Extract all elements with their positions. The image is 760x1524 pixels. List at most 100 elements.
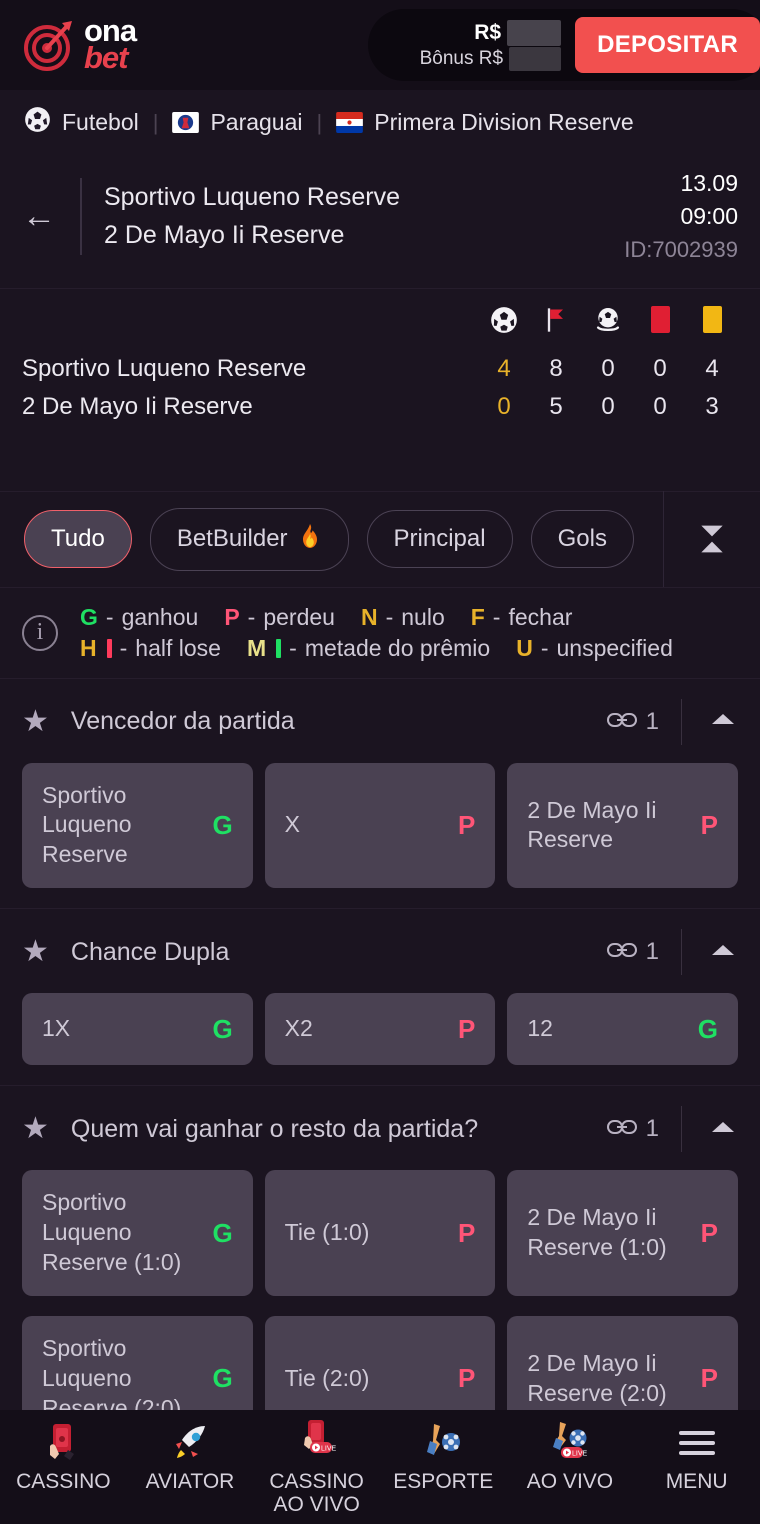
nav-item-menu[interactable]: MENU	[634, 1418, 759, 1493]
outcome-result-mark: P	[700, 1363, 719, 1394]
legend-item-H: H - half lose	[80, 635, 221, 662]
legend: i G - ganhou P - perdeu N - nulo F - fec…	[0, 587, 760, 679]
legend-text: nulo	[401, 603, 445, 630]
legend-code: H	[80, 634, 97, 661]
breadcrumb-item-paraguai[interactable]: Paraguai	[172, 109, 303, 136]
nav-item-aviator[interactable]: AVIATOR	[127, 1418, 252, 1493]
outcome-button[interactable]: Tie (1:0) P	[264, 1170, 496, 1296]
star-icon[interactable]: ★	[22, 706, 49, 737]
match-date: 13.09	[680, 170, 738, 196]
legend-line-2: H - half lose M - metade do prêmio U - u…	[80, 635, 699, 662]
stat-red-cards: 0	[653, 392, 667, 420]
link-count[interactable]: 1	[606, 708, 659, 736]
outcome-button[interactable]: X P	[264, 762, 496, 889]
bottom-navigation: CASSINO AVIATOR LIVE CASSINO AO VIVO ESP…	[0, 1410, 760, 1524]
outcome-label: 1X	[42, 1015, 71, 1042]
outcome-result-mark: G	[212, 1013, 233, 1044]
star-icon[interactable]: ★	[22, 1114, 49, 1144]
market-title: Vencedor da partida	[70, 707, 295, 736]
outcome-button[interactable]: 2 De Mayo Ii Reserve P	[507, 762, 739, 889]
nav-label: ESPORTE	[393, 1470, 494, 1493]
stat-yellow-cards: 4	[705, 354, 719, 382]
outcome-result-mark: P	[700, 1217, 719, 1248]
nav-label: AO VIVO	[526, 1470, 614, 1493]
nav-item-ao-vivo[interactable]: LIVE AO VIVO	[507, 1418, 632, 1493]
collapse-all-icon[interactable]	[664, 519, 760, 559]
tab-label: BetBuilder	[176, 525, 288, 553]
logo-text-bet: bet	[84, 40, 129, 75]
arrow-left-icon[interactable]: ←	[22, 199, 80, 233]
legend-item-P: P - perdeu	[224, 604, 335, 631]
chevron-up-icon[interactable]	[708, 710, 738, 733]
breadcrumb-item-league[interactable]: Primera Division Reserve	[336, 109, 634, 136]
market-header: ★ Quem vai ganhar o resto da partida? 1	[0, 1086, 760, 1170]
link-count-value: 1	[645, 938, 659, 966]
breadcrumb-label-league: Primera Division Reserve	[374, 109, 634, 135]
legend-dash: -	[540, 634, 549, 661]
market-header-divider	[681, 698, 682, 745]
chevron-up-icon[interactable]	[708, 1118, 738, 1141]
legend-dash: -	[385, 603, 394, 630]
stat-shots: 0	[601, 354, 615, 382]
balance-pill[interactable]: R$ Bônus R$ DEPOSITAR	[368, 9, 760, 81]
stat-goals: 4	[497, 354, 511, 382]
scoreboard: Sportivo Luqueno Reserve 4 8 0 0 4 2 De …	[0, 288, 760, 492]
outcome-label: Sportivo Luqueno Reserve	[42, 781, 132, 868]
bonus-amount-redacted	[509, 46, 562, 71]
scoreboard-stat-icons	[478, 303, 738, 337]
deposit-button[interactable]: DEPOSITAR	[575, 17, 760, 73]
tab-gols[interactable]: Gols	[530, 510, 634, 569]
outcome-button[interactable]: 2 De Mayo Ii Reserve (1:0) P	[507, 1170, 739, 1296]
breadcrumb-label-futebol: Futebol	[62, 109, 139, 135]
stat-goals: 0	[497, 392, 511, 420]
outcome-result-mark: P	[458, 809, 476, 840]
link-count-value: 1	[645, 1115, 659, 1143]
chevron-up-icon[interactable]	[708, 941, 738, 964]
legend-dash: -	[119, 634, 128, 661]
outcome-label: Tie (1:0)	[284, 1219, 370, 1246]
legend-item-N: N - nulo	[361, 604, 445, 631]
boot-ball-live-icon: LIVE	[547, 1418, 593, 1468]
outcome-button[interactable]: 12 G	[507, 993, 739, 1066]
brand-logo[interactable]: ona bet	[22, 16, 137, 75]
match-header: ← Sportivo Luqueno Reserve 2 De Mayo Ii …	[0, 155, 760, 289]
legend-text: metade do prêmio	[304, 634, 491, 661]
legend-text: unspecified	[556, 634, 673, 661]
outcome-button[interactable]: Sportivo Luqueno Reserve G	[22, 762, 253, 889]
outcome-label: Tie (2:0)	[284, 1364, 370, 1391]
boot-ball-icon	[420, 1418, 466, 1468]
tab-tudo[interactable]: Tudo	[24, 510, 132, 569]
nav-item-esporte[interactable]: ESPORTE	[381, 1418, 506, 1493]
link-count[interactable]: 1	[606, 1115, 659, 1143]
outcome-button[interactable]: Sportivo Luqueno Reserve (1:0) G	[22, 1170, 253, 1296]
nav-item-cassino-ao-vivo[interactable]: LIVE CASSINO AO VIVO	[254, 1418, 379, 1516]
goal-icon	[478, 303, 530, 337]
top-bar: ona bet R$ Bônus R$ DEPOSITAR	[0, 0, 760, 90]
nav-label: CASSINO	[16, 1470, 111, 1493]
outcome-button[interactable]: X2 P	[264, 993, 496, 1066]
legend-code: U	[516, 634, 533, 661]
legend-item-U: U - unspecified	[516, 635, 673, 662]
link-count[interactable]: 1	[606, 938, 659, 966]
market-filter-tabs: Tudo BetBuilder Principal Gols	[0, 491, 760, 588]
tab-betbuilder[interactable]: BetBuilder	[149, 507, 349, 571]
legend-text: perdeu	[263, 603, 335, 630]
nav-label: MENU	[665, 1470, 728, 1493]
corner-flag-icon	[530, 303, 582, 337]
scoreboard-values: 0 5 0 0 3	[478, 393, 738, 421]
star-icon[interactable]: ★	[22, 937, 49, 967]
market-header: ★ Vencedor da partida 1	[0, 679, 760, 763]
tab-principal[interactable]: Principal	[366, 510, 513, 569]
market-title: Quem vai ganhar o resto da partida?	[70, 1114, 479, 1143]
bonus-label: Bônus R$	[419, 47, 504, 69]
nav-item-cassino[interactable]: CASSINO	[1, 1418, 126, 1493]
nav-label: AVIATOR	[145, 1470, 235, 1493]
outcome-label: 2 De Mayo Ii Reserve (2:0)	[527, 1349, 667, 1406]
balance-amount-redacted	[507, 19, 562, 46]
outcome-button[interactable]: 1X G	[22, 993, 253, 1066]
legend-code: G	[80, 603, 98, 630]
breadcrumb-item-futebol[interactable]: Futebol	[24, 106, 139, 139]
market-section: ★ Vencedor da partida 1 Sportivo Luqueno…	[0, 678, 760, 910]
soccer-ball-icon	[24, 106, 51, 139]
breadcrumb: Futebol | Paraguai | Primera Division Re…	[0, 90, 760, 155]
